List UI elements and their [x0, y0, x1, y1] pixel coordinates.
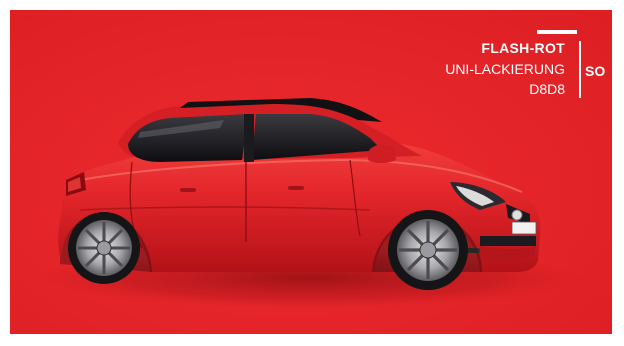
paint-color-code: D8D8 [529, 81, 565, 97]
red-hatchback-car-icon [58, 98, 541, 290]
paint-finish-type: UNI-LACKIERUNG [445, 61, 565, 77]
series-code: SO [585, 63, 606, 79]
paint-color-card: FLASH-ROT UNI-LACKIERUNG D8D8 SO [10, 10, 612, 334]
accent-bar [537, 30, 577, 34]
paint-color-name: FLASH-ROT [481, 40, 565, 56]
vertical-divider [579, 41, 581, 98]
